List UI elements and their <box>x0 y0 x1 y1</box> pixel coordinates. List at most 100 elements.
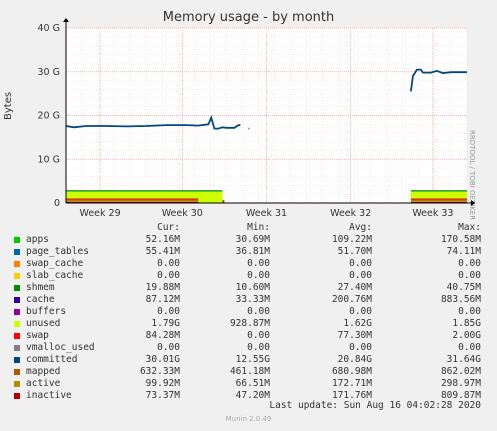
legend-min: 0.00 <box>247 330 270 341</box>
apps-area <box>66 190 223 191</box>
legend-min: 12.55G <box>235 354 270 365</box>
legend-avg: 172.71M <box>331 378 372 389</box>
legend-name: unused <box>26 318 61 329</box>
x-tick-label: Week 31 <box>246 208 287 219</box>
legend-cur: 0.00 <box>157 306 180 317</box>
y-axis-arrow <box>63 18 69 22</box>
legend-max: 74.11M <box>446 246 481 257</box>
col-cur-header: Cur: <box>157 222 180 233</box>
legend-name: shmem <box>26 282 55 293</box>
legend-max: 40.75M <box>446 282 481 293</box>
last-update: Last update: Sun Aug 16 04:02:28 2020 <box>269 400 481 411</box>
legend-max: 2.00G <box>452 330 481 341</box>
active-area <box>410 200 467 202</box>
legend-name: slab_cache <box>26 270 84 281</box>
swap-area <box>410 198 467 200</box>
legend-max: 883.56M <box>440 294 481 305</box>
legend-min: 928.87M <box>229 318 270 329</box>
legend-row-committed: committed 30.01G 12.55G 20.84G 31.64G <box>0 354 497 366</box>
legend-max: 0.00 <box>458 306 481 317</box>
col-max-header: Max: <box>458 222 481 233</box>
legend-cur: 632.33M <box>139 366 180 377</box>
legend-max: 1.85G <box>452 318 481 329</box>
legend-cur: 84.28M <box>145 330 180 341</box>
y-tick-label: 30 G <box>38 67 60 78</box>
legend-cur: 30.01G <box>145 354 180 365</box>
legend-cur: 0.00 <box>157 270 180 281</box>
legend-min: 0.00 <box>247 270 270 281</box>
legend-name: vmalloc_used <box>26 342 95 353</box>
legend-row-swap: swap 84.28M 0.00 77.30M 2.00G <box>0 330 497 342</box>
y-tick-label: 10 G <box>38 154 60 165</box>
legend-row-unused: unused 1.79G 928.87M 1.62G 1.85G <box>0 318 497 330</box>
legend-row-cache: cache 87.12M 33.33M 200.76M 883.56M <box>0 294 497 306</box>
legend-min: 36.81M <box>235 246 270 257</box>
legend-avg: 0.00 <box>349 306 372 317</box>
legend-cur: 55.41M <box>145 246 180 257</box>
legend-name: buffers <box>26 306 67 317</box>
unused-area-ext <box>198 193 223 203</box>
legend-name: inactive <box>26 390 72 401</box>
legend-swatch <box>14 249 20 255</box>
legend-min: 461.18M <box>229 366 270 377</box>
legend-avg: 0.00 <box>349 270 372 281</box>
col-avg-header: Avg: <box>349 222 372 233</box>
legend-swatch <box>14 297 20 303</box>
legend-avg: 0.00 <box>349 258 372 269</box>
legend-avg: 77.30M <box>337 330 372 341</box>
apps-area <box>410 190 467 191</box>
legend-swatch <box>14 357 20 363</box>
legend-row-active: active 99.92M 66.51M 172.71M 298.97M <box>0 378 497 390</box>
legend-max: 0.00 <box>458 270 481 281</box>
legend-min: 47.20M <box>235 390 270 401</box>
legend-max: 0.00 <box>458 342 481 353</box>
legend-cur: 1.79G <box>151 318 180 329</box>
legend-name: swap <box>26 330 49 341</box>
y-tick-label: 0 <box>54 198 60 209</box>
legend-cur: 73.37M <box>145 390 180 401</box>
legend-avg: 109.22M <box>331 234 372 245</box>
legend-avg: 680.98M <box>331 366 372 377</box>
legend-row-swap-cache: swap_cache 0.00 0.00 0.00 0.00 <box>0 258 497 270</box>
legend-avg: 20.84G <box>337 354 372 365</box>
munin-memory-graph: Memory usage - by month RRDTOOL / TOBI O… <box>0 0 497 431</box>
legend-min: 0.00 <box>247 342 270 353</box>
legend-name: cache <box>26 294 55 305</box>
legend-swatch <box>14 369 20 375</box>
legend-header: Cur: Min: Avg: Max: <box>0 222 497 234</box>
legend-swatch <box>14 237 20 243</box>
legend-row-shmem: shmem 19.88M 10.60M 27.40M 40.75M <box>0 282 497 294</box>
y-tick-label: 40 G <box>38 23 60 34</box>
x-tick-label: Week 33 <box>412 208 453 219</box>
legend-row-buffers: buffers 0.00 0.00 0.00 0.00 <box>0 306 497 318</box>
legend-name: committed <box>26 354 78 365</box>
col-min-header: Min: <box>247 222 270 233</box>
legend-max: 31.64G <box>446 354 481 365</box>
legend-row-slab-cache: slab_cache 0.00 0.00 0.00 0.00 <box>0 270 497 282</box>
legend-swatch <box>14 285 20 291</box>
legend-avg: 51.70M <box>337 246 372 257</box>
plot-area: 0 10 G 20 G 30 G 40 G Week 29 Week 30 Week 31 We… <box>38 18 475 219</box>
legend-avg: 27.40M <box>337 282 372 293</box>
legend-max: 862.02M <box>440 366 481 377</box>
legend-swatch <box>14 321 20 327</box>
legend-cur: 52.16M <box>145 234 180 245</box>
legend-min: 30.69M <box>235 234 270 245</box>
legend-swatch <box>14 261 20 267</box>
legend-max: 298.97M <box>440 378 481 389</box>
legend-swatch <box>14 333 20 339</box>
x-tick-label: Week 32 <box>330 208 371 219</box>
legend-max: 170.58M <box>440 234 481 245</box>
legend-row-apps: apps 52.16M 30.69M 109.22M 170.58M <box>0 234 497 246</box>
y-tick-label: 20 G <box>38 111 60 122</box>
legend-swatch <box>14 393 20 399</box>
legend-name: mapped <box>26 366 61 377</box>
legend-swatch <box>14 309 20 315</box>
legend-avg: 200.76M <box>331 294 372 305</box>
legend-swatch <box>14 345 20 351</box>
legend-min: 0.00 <box>247 258 270 269</box>
legend-min: 0.00 <box>247 306 270 317</box>
legend-swatch <box>14 381 20 387</box>
legend-max: 0.00 <box>458 258 481 269</box>
legend-row-mapped: mapped 632.33M 461.18M 680.98M 862.02M <box>0 366 497 378</box>
